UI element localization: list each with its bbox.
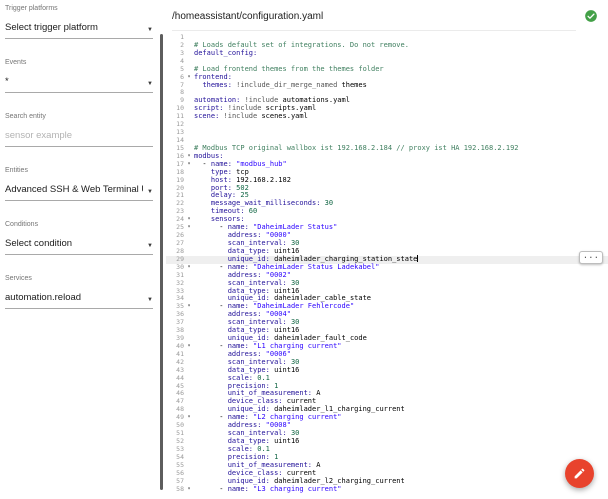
events-select[interactable]: * ▼ bbox=[5, 76, 153, 93]
edit-fab-button[interactable] bbox=[565, 459, 594, 488]
trigger-platforms-group: Trigger platforms Select trigger platfor… bbox=[5, 4, 153, 39]
line-number: 58 bbox=[166, 486, 184, 494]
file-path-input[interactable] bbox=[172, 11, 576, 22]
chevron-down-icon: ▼ bbox=[147, 189, 153, 195]
editor-pane: 12# Loads default set of integrations. D… bbox=[160, 0, 608, 499]
code-line[interactable]: 7 themes: !include_dir_merge_named theme… bbox=[166, 82, 608, 90]
fold-arrow-icon[interactable]: ▾ bbox=[184, 216, 194, 224]
services-select[interactable]: automation.reload ▼ bbox=[5, 292, 153, 309]
conditions-select[interactable]: Select condition ▼ bbox=[5, 238, 153, 255]
fold-arrow-icon[interactable]: ▾ bbox=[184, 161, 194, 169]
code-text: # Modbus TCP original wallbox ist 192.16… bbox=[194, 145, 608, 153]
code-text: - name: "L3 charging current" bbox=[194, 486, 608, 494]
code-area: 12# Loads default set of integrations. D… bbox=[166, 34, 608, 493]
code-line[interactable]: 13 bbox=[166, 129, 608, 137]
conditions-value: Select condition bbox=[5, 238, 72, 249]
code-line[interactable]: 11scene: !include scenes.yaml bbox=[166, 113, 608, 121]
code-line[interactable]: 12 bbox=[166, 121, 608, 129]
events-value: * bbox=[5, 76, 9, 87]
entities-group: Entities Advanced SSH & Web Terminal U..… bbox=[5, 166, 153, 201]
code-line[interactable]: 15# Modbus TCP original wallbox ist 192.… bbox=[166, 145, 608, 153]
save-status-ok-icon bbox=[584, 9, 598, 23]
code-text: host: 192.168.2.182 bbox=[194, 177, 608, 185]
services-label: Services bbox=[5, 274, 153, 283]
trigger-platform-select[interactable]: Select trigger platform ▼ bbox=[5, 22, 153, 39]
conditions-group: Conditions Select condition ▼ bbox=[5, 220, 153, 255]
text-cursor bbox=[417, 255, 418, 262]
overflow-button[interactable]: ... bbox=[579, 251, 603, 264]
fold-arrow-icon[interactable]: ▾ bbox=[184, 486, 194, 494]
fold-arrow-icon[interactable]: ▾ bbox=[184, 264, 194, 272]
code-text: themes: !include_dir_merge_named themes bbox=[194, 82, 608, 90]
fold-arrow-icon[interactable]: ▾ bbox=[184, 153, 194, 161]
fold-arrow-icon[interactable]: ▾ bbox=[184, 224, 194, 232]
search-entity-group: Search entity bbox=[5, 112, 153, 147]
chevron-down-icon: ▼ bbox=[147, 81, 153, 87]
search-entity-input[interactable] bbox=[5, 130, 153, 141]
chevron-down-icon: ▼ bbox=[147, 243, 153, 249]
entities-select[interactable]: Advanced SSH & Web Terminal U... ▼ bbox=[5, 184, 153, 201]
code-editor[interactable]: 12# Loads default set of integrations. D… bbox=[166, 32, 608, 499]
fold-arrow-icon[interactable]: ▾ bbox=[184, 343, 194, 351]
code-text: scene: !include scenes.yaml bbox=[194, 113, 608, 121]
code-text: port: 502 bbox=[194, 185, 608, 193]
file-editor-app: Trigger platforms Select trigger platfor… bbox=[0, 0, 608, 499]
entities-value: Advanced SSH & Web Terminal U... bbox=[5, 184, 143, 195]
services-value: automation.reload bbox=[5, 292, 81, 303]
code-line[interactable]: 3default_config: bbox=[166, 50, 608, 58]
entities-label: Entities bbox=[5, 166, 153, 175]
trigger-platform-value: Select trigger platform bbox=[5, 22, 98, 33]
code-text: timeout: 60 bbox=[194, 208, 608, 216]
trigger-platforms-label: Trigger platforms bbox=[5, 4, 153, 13]
search-entity-label: Search entity bbox=[5, 112, 153, 121]
helper-sidebar: Trigger platforms Select trigger platfor… bbox=[0, 0, 160, 499]
pencil-icon bbox=[573, 467, 586, 480]
fold-arrow-icon[interactable]: ▾ bbox=[184, 74, 194, 82]
code-line[interactable]: 5# Load frontend themes from the themes … bbox=[166, 66, 608, 74]
code-text: - name: "modbus_hub" bbox=[194, 161, 608, 169]
search-entity-row bbox=[5, 130, 153, 147]
events-group: Events * ▼ bbox=[5, 58, 153, 93]
file-path-field bbox=[172, 2, 576, 31]
code-text: default_config: bbox=[194, 50, 608, 58]
fold-arrow-icon[interactable]: ▾ bbox=[184, 303, 194, 311]
events-label: Events bbox=[5, 58, 153, 67]
chevron-down-icon: ▼ bbox=[147, 297, 153, 303]
services-group: Services automation.reload ▼ bbox=[5, 274, 153, 309]
fold-arrow-icon[interactable]: ▾ bbox=[184, 414, 194, 422]
code-line[interactable]: 58▾ - name: "L3 charging current" bbox=[166, 486, 608, 494]
topbar bbox=[166, 0, 608, 32]
chevron-down-icon: ▼ bbox=[147, 27, 153, 33]
conditions-label: Conditions bbox=[5, 220, 153, 229]
code-text: # Load frontend themes from the themes f… bbox=[194, 66, 608, 74]
